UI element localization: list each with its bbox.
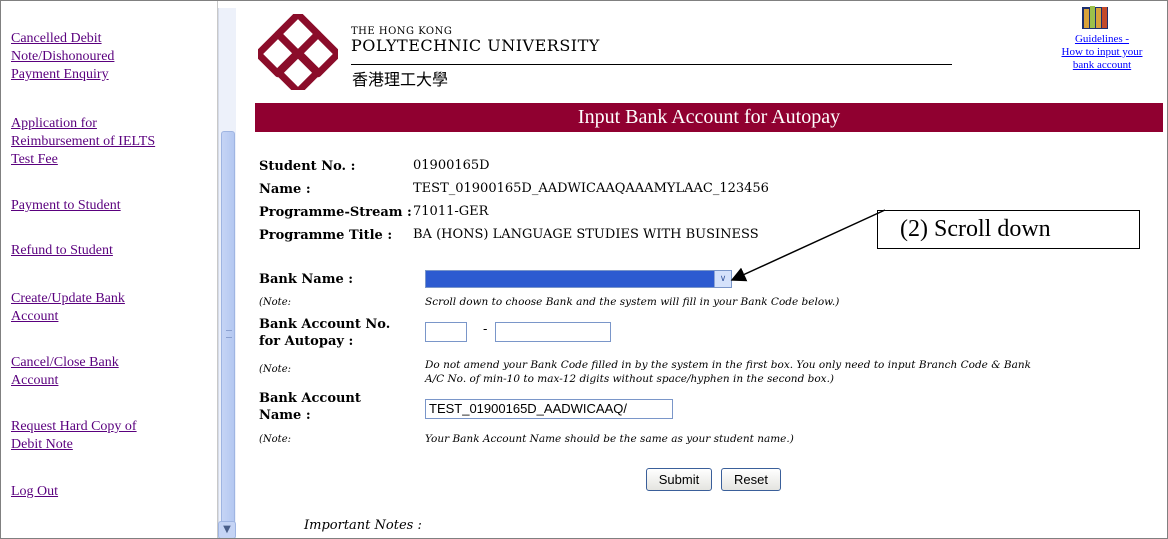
sidebar-item-cancel-close-bank-account[interactable]: Cancel/Close Bank Account (11, 354, 211, 390)
sidebar-item-log-out[interactable]: Log Out (11, 483, 211, 501)
sidebar-item-cancelled-debit-note[interactable]: Cancelled Debit Note/Dishonoured Payment… (11, 30, 211, 84)
books-icon[interactable] (1081, 4, 1109, 30)
university-name-main: POLYTECHNIC UNIVERSITY (351, 36, 600, 55)
account-name-note: Your Bank Account Name should be the sam… (425, 433, 794, 445)
important-notes-heading: Important Notes : (304, 518, 422, 533)
sidebar-item-request-hard-copy[interactable]: Request Hard Copy of Debit Note (11, 418, 211, 454)
scrollbar-grip-icon (226, 330, 232, 338)
sidebar-nav: Cancelled Debit Note/Dishonoured Payment… (0, 0, 218, 539)
callout-box: (2) Scroll down (877, 210, 1140, 249)
submit-button[interactable]: Submit (646, 468, 712, 491)
sidebar-item-refund-to-student[interactable]: Refund to Student (11, 242, 211, 260)
account-no-separator: - (483, 322, 488, 337)
sidebar-item-payment-to-student[interactable]: Payment to Student (11, 197, 211, 215)
scrollbar-thumb[interactable] (221, 131, 235, 536)
note-label: (Note: (259, 434, 291, 445)
account-no-label: Bank Account No. for Autopay : (259, 317, 391, 349)
note-label: (Note: (259, 364, 291, 375)
bank-code-input[interactable] (425, 322, 467, 342)
account-name-input[interactable]: TEST_01900165D_AADWICAAQ/ (425, 399, 673, 419)
sidebar-scrollbar[interactable] (218, 8, 236, 539)
sidebar-item-ielts-reimbursement[interactable]: Application for Reimbursement of IELTS T… (11, 115, 211, 169)
bank-name-note: Scroll down to choose Bank and the syste… (425, 296, 840, 308)
university-name-chinese: 香港理工大學 (352, 70, 449, 89)
account-no-input[interactable] (495, 322, 611, 342)
scroll-down-arrow-icon[interactable]: ▼ (218, 521, 236, 539)
reset-button[interactable]: Reset (721, 468, 781, 491)
name-label: Name : (259, 182, 311, 197)
bank-name-select[interactable]: ∨ (425, 270, 732, 288)
programme-stream-value: 71011-GER (413, 204, 489, 219)
programme-stream-label: Programme-Stream : (259, 205, 412, 220)
student-no-value: 01900165D (413, 158, 490, 173)
student-no-label: Student No. : (259, 159, 356, 174)
account-name-label: Bank Account Name : (259, 391, 361, 423)
note-label: (Note: (259, 297, 291, 308)
name-value: TEST_01900165D_AADWICAAQAAAMYLAAC_123456 (413, 181, 769, 196)
chevron-down-icon[interactable]: ∨ (714, 271, 731, 287)
bank-name-label: Bank Name : (259, 272, 354, 287)
polyu-logo (258, 14, 338, 90)
page-title: Input Bank Account for Autopay (255, 103, 1163, 132)
header-rule (351, 64, 952, 65)
programme-title-value: BA (HONS) LANGUAGE STUDIES WITH BUSINESS (413, 227, 759, 242)
account-no-note: Do not amend your Bank Code filled in by… (425, 359, 1032, 385)
programme-title-label: Programme Title : (259, 228, 393, 243)
guidelines-link[interactable]: Guidelines - How to input your bank acco… (1040, 33, 1164, 72)
university-name: THE HONG KONG POLYTECHNIC UNIVERSITY (351, 26, 600, 55)
sidebar-item-create-update-bank-account[interactable]: Create/Update Bank Account (11, 290, 211, 326)
